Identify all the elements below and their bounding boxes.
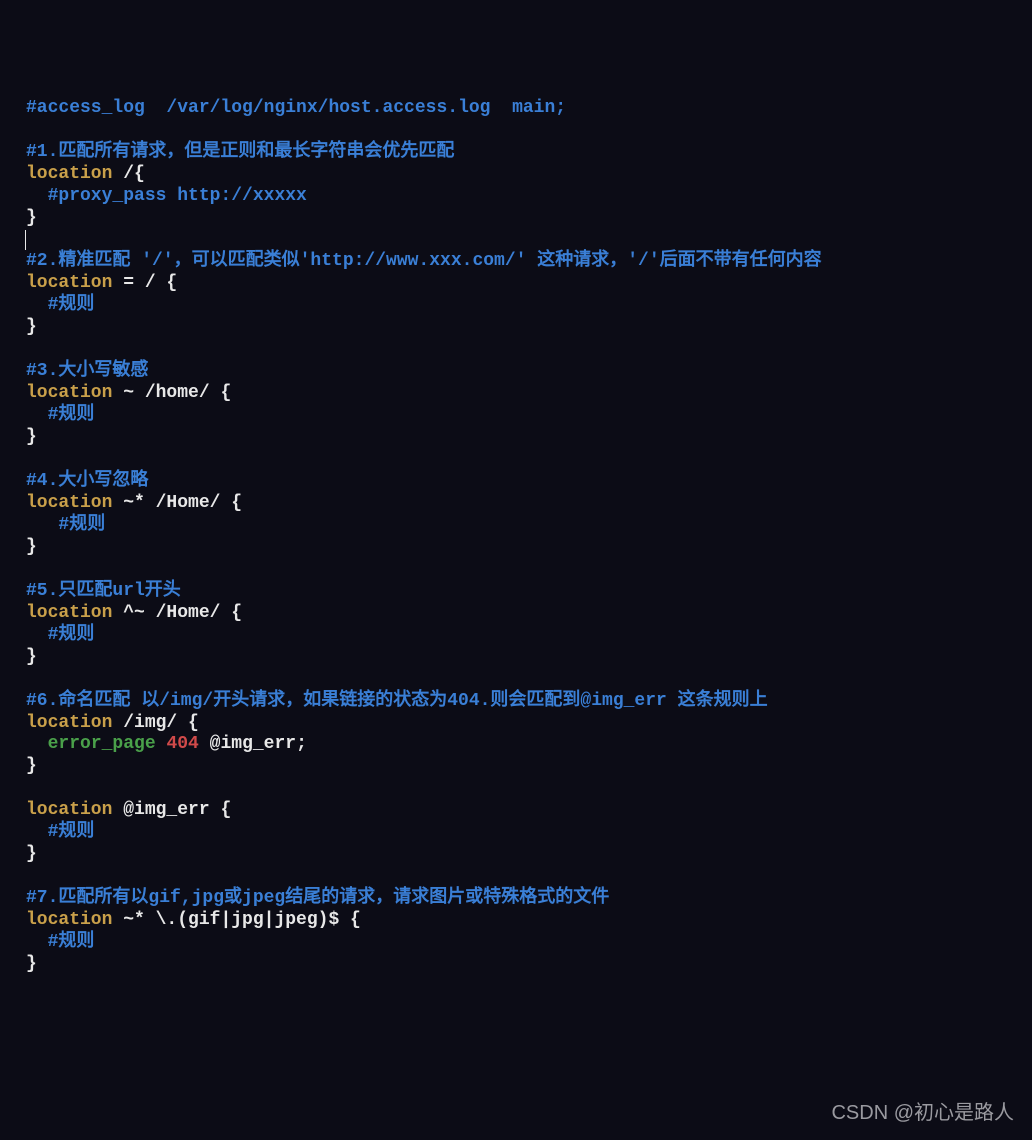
location-6-args: /img/ { — [112, 713, 198, 733]
rule-comment: #规则 — [26, 515, 105, 535]
comment-access-log: #access_log /var/log/nginx/host.access.l… — [26, 98, 566, 118]
location-keyword: location — [26, 603, 112, 623]
comment-rule-3: #3.大小写敏感 — [26, 361, 148, 381]
proxy-pass-comment: #proxy_pass http://xxxxx — [26, 186, 307, 206]
location-1-args: /{ — [112, 164, 144, 184]
error-page-directive: error_page — [48, 734, 156, 754]
close-brace: } — [26, 756, 37, 776]
location-keyword: location — [26, 910, 112, 930]
location-7-args: ~* \.(gif|jpg|jpeg)$ { — [112, 910, 360, 930]
watermark: CSDN @初心是路人 — [831, 1101, 1014, 1125]
close-brace: } — [26, 208, 37, 228]
error-target: @img_err; — [199, 734, 307, 754]
location-keyword: location — [26, 493, 112, 513]
close-brace: } — [26, 427, 37, 447]
indent — [26, 734, 48, 754]
rule-comment: #规则 — [26, 295, 94, 315]
rule-comment: #规则 — [26, 932, 94, 952]
close-brace: } — [26, 954, 37, 974]
comment-rule-2: #2.精准匹配 '/'，可以匹配类似'http://www.xxx.com/' … — [26, 251, 822, 271]
comment-rule-4: #4.大小写忽略 — [26, 471, 148, 491]
location-5-args: ^~ /Home/ { — [112, 603, 242, 623]
rule-comment: #规则 — [26, 405, 94, 425]
rule-comment: #规则 — [26, 625, 94, 645]
comment-rule-6: #6.命名匹配 以/img/开头请求，如果链接的状态为404.则会匹配到@img… — [26, 691, 768, 711]
location-keyword: location — [26, 713, 112, 733]
comment-rule-1: #1.匹配所有请求，但是正则和最长字符串会优先匹配 — [26, 142, 454, 162]
close-brace: } — [26, 317, 37, 337]
location-keyword: location — [26, 273, 112, 293]
location-keyword: location — [26, 164, 112, 184]
cursor-icon — [25, 230, 26, 250]
close-brace: } — [26, 537, 37, 557]
space — [156, 734, 167, 754]
location-keyword: location — [26, 800, 112, 820]
location-2-args: = / { — [112, 273, 177, 293]
error-code-404: 404 — [166, 734, 198, 754]
comment-rule-7: #7.匹配所有以gif,jpg或jpeg结尾的请求，请求图片或特殊格式的文件 — [26, 888, 609, 908]
location-4-args: ~* /Home/ { — [112, 493, 242, 513]
rule-comment: #规则 — [26, 822, 94, 842]
location-keyword: location — [26, 383, 112, 403]
close-brace: } — [26, 647, 37, 667]
location-6b-args: @img_err { — [112, 800, 231, 820]
close-brace: } — [26, 844, 37, 864]
location-3-args: ~ /home/ { — [112, 383, 231, 403]
comment-rule-5: #5.只匹配url开头 — [26, 581, 181, 601]
code-editor[interactable]: #access_log /var/log/nginx/host.access.l… — [26, 98, 1006, 976]
